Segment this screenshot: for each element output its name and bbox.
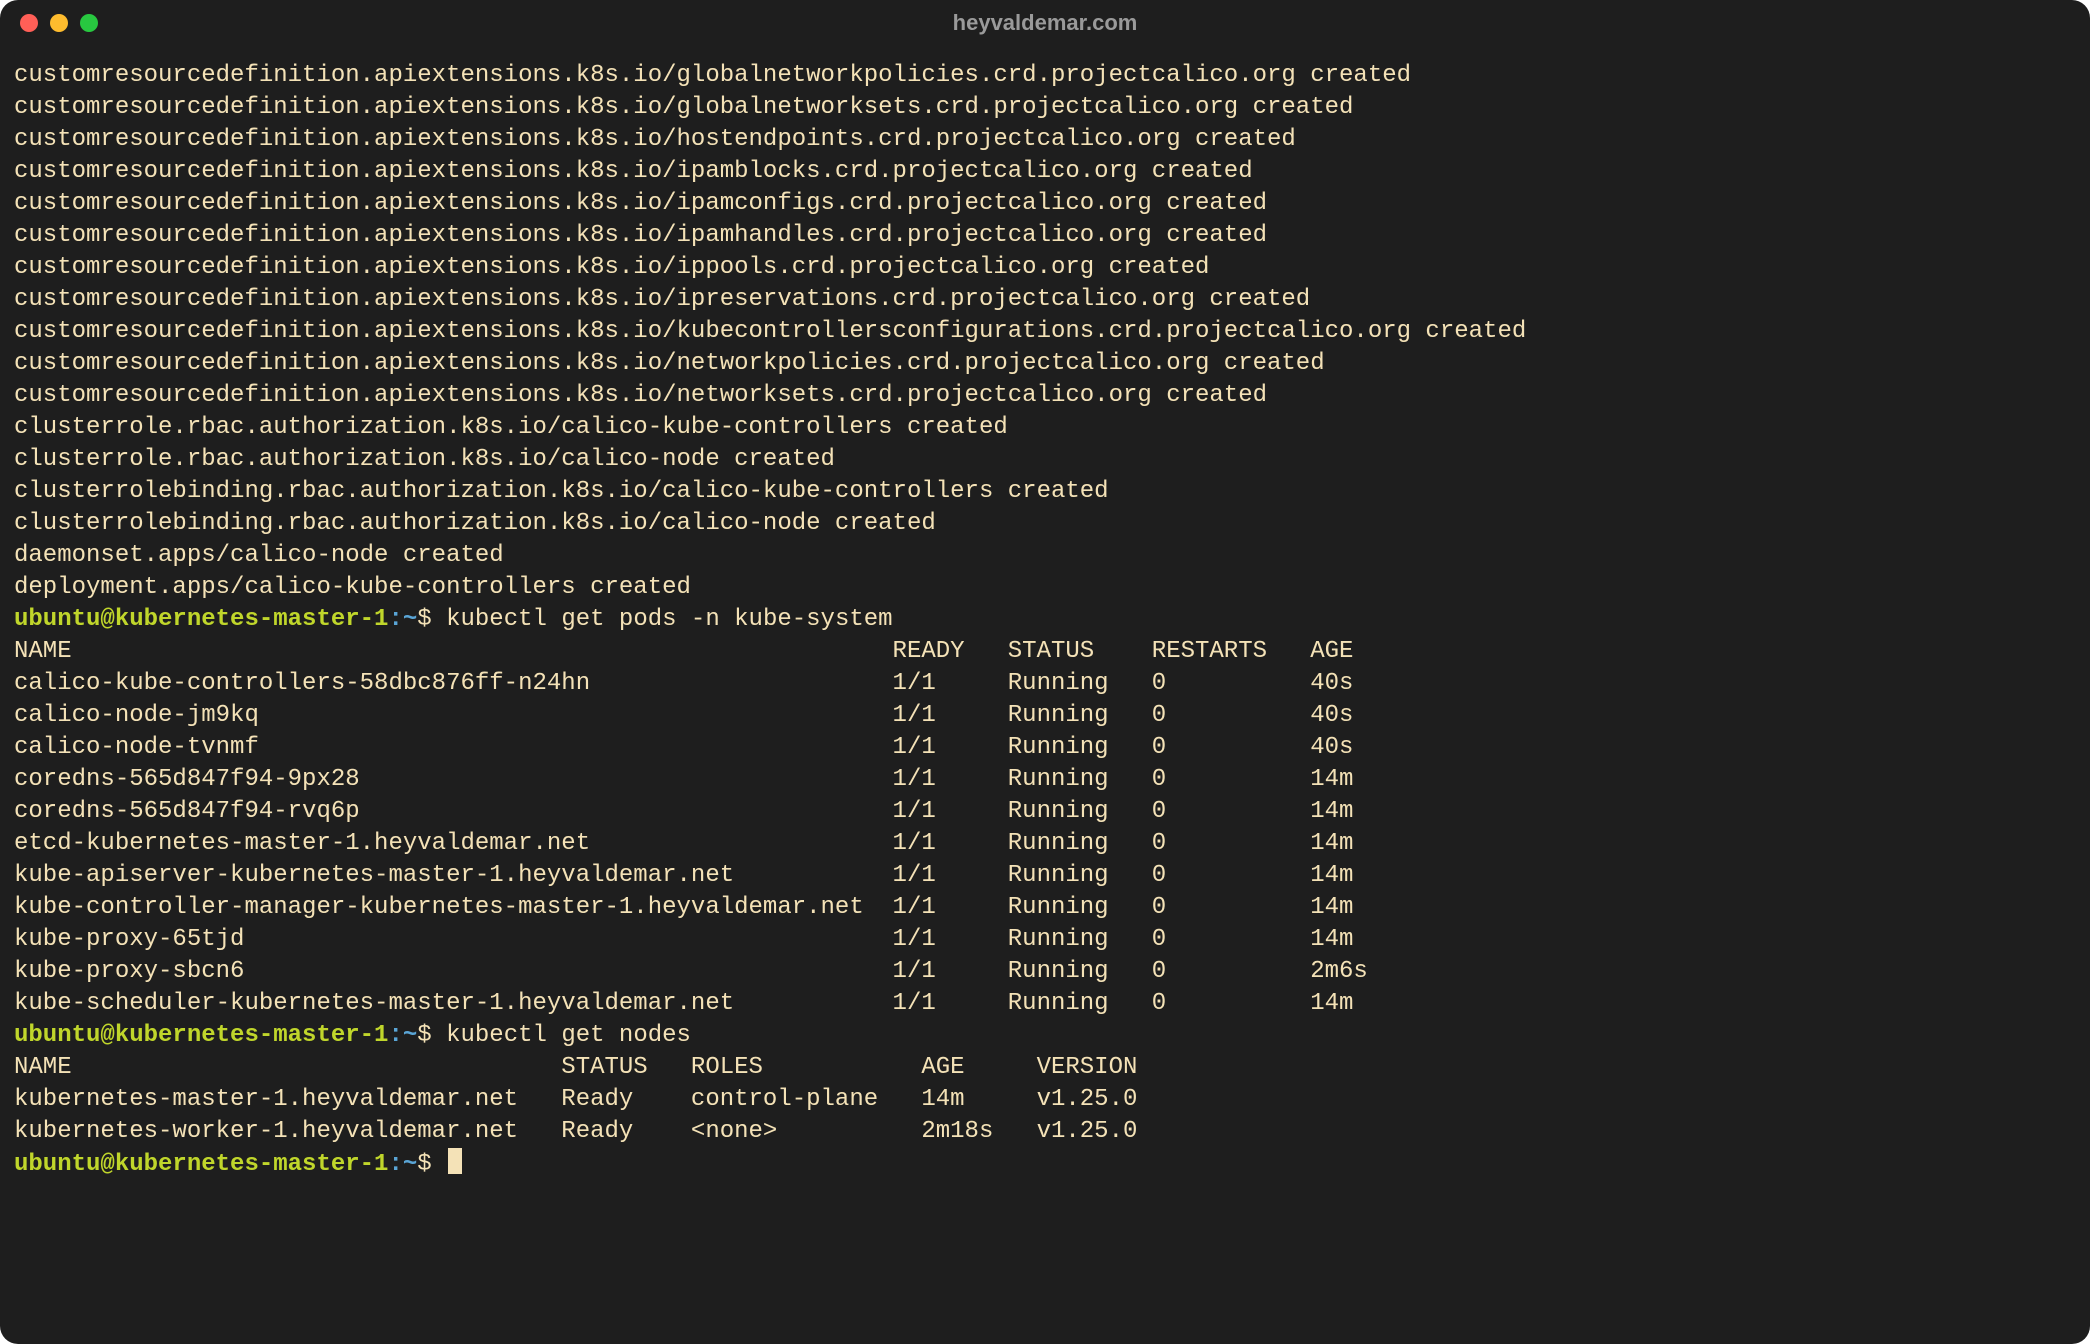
prompt-line: ubuntu@kubernetes-master-1:~$ kubectl ge…: [14, 604, 2076, 636]
window-title: heyvaldemar.com: [0, 10, 2090, 36]
terminal-window: heyvaldemar.com customresourcedefinition…: [0, 0, 2090, 1344]
output-line: clusterrolebinding.rbac.authorization.k8…: [14, 476, 2076, 508]
pod-row: kube-controller-manager-kubernetes-maste…: [14, 892, 2076, 924]
pod-row: calico-node-tvnmf 1/1 Running 0 40s: [14, 732, 2076, 764]
minimize-icon[interactable]: [50, 14, 68, 32]
pod-row: coredns-565d847f94-rvq6p 1/1 Running 0 1…: [14, 796, 2076, 828]
pod-row: coredns-565d847f94-9px28 1/1 Running 0 1…: [14, 764, 2076, 796]
pod-row: kube-proxy-65tjd 1/1 Running 0 14m: [14, 924, 2076, 956]
output-line: daemonset.apps/calico-node created: [14, 540, 2076, 572]
pod-row: kube-apiserver-kubernetes-master-1.heyva…: [14, 860, 2076, 892]
output-line: customresourcedefinition.apiextensions.k…: [14, 220, 2076, 252]
shell-command: kubectl get pods -n kube-system: [446, 606, 892, 633]
output-line: customresourcedefinition.apiextensions.k…: [14, 252, 2076, 284]
output-line: customresourcedefinition.apiextensions.k…: [14, 284, 2076, 316]
pod-row: calico-node-jm9kq 1/1 Running 0 40s: [14, 700, 2076, 732]
cursor: [448, 1148, 462, 1174]
maximize-icon[interactable]: [80, 14, 98, 32]
prompt-colon: :: [388, 606, 402, 633]
pod-row: kube-scheduler-kubernetes-master-1.heyva…: [14, 988, 2076, 1020]
output-line: customresourcedefinition.apiextensions.k…: [14, 380, 2076, 412]
pod-row: etcd-kubernetes-master-1.heyvaldemar.net…: [14, 828, 2076, 860]
prompt-user-host: ubuntu@kubernetes-master-1: [14, 1022, 388, 1049]
prompt-dollar: $: [417, 1022, 431, 1049]
node-row: kubernetes-master-1.heyvaldemar.net Read…: [14, 1084, 2076, 1116]
terminal-body[interactable]: customresourcedefinition.apiextensions.k…: [0, 46, 2090, 1191]
prompt-colon: :: [388, 1151, 402, 1178]
output-line: customresourcedefinition.apiextensions.k…: [14, 156, 2076, 188]
output-line: customresourcedefinition.apiextensions.k…: [14, 188, 2076, 220]
prompt-user-host: ubuntu@kubernetes-master-1: [14, 606, 388, 633]
prompt-colon: :: [388, 1022, 402, 1049]
output-line: customresourcedefinition.apiextensions.k…: [14, 316, 2076, 348]
output-line: customresourcedefinition.apiextensions.k…: [14, 348, 2076, 380]
traffic-lights: [20, 14, 98, 32]
prompt-path: ~: [403, 1151, 417, 1178]
node-row: kubernetes-worker-1.heyvaldemar.net Read…: [14, 1116, 2076, 1148]
output-line: clusterrole.rbac.authorization.k8s.io/ca…: [14, 444, 2076, 476]
pod-row: kube-proxy-sbcn6 1/1 Running 0 2m6s: [14, 956, 2076, 988]
window-titlebar: heyvaldemar.com: [0, 0, 2090, 46]
prompt-dollar: $: [417, 1151, 431, 1178]
prompt-path: ~: [403, 1022, 417, 1049]
close-icon[interactable]: [20, 14, 38, 32]
output-line: customresourcedefinition.apiextensions.k…: [14, 92, 2076, 124]
prompt-user-host: ubuntu@kubernetes-master-1: [14, 1151, 388, 1178]
shell-command: kubectl get nodes: [446, 1022, 691, 1049]
pods-header: NAME READY STATUS RESTARTS AGE: [14, 636, 2076, 668]
output-line: deployment.apps/calico-kube-controllers …: [14, 572, 2076, 604]
output-line: customresourcedefinition.apiextensions.k…: [14, 124, 2076, 156]
prompt-dollar: $: [417, 606, 431, 633]
output-line: customresourcedefinition.apiextensions.k…: [14, 60, 2076, 92]
output-line: clusterrolebinding.rbac.authorization.k8…: [14, 508, 2076, 540]
prompt-line: ubuntu@kubernetes-master-1:~$: [14, 1148, 2076, 1181]
prompt-path: ~: [403, 606, 417, 633]
output-line: clusterrole.rbac.authorization.k8s.io/ca…: [14, 412, 2076, 444]
prompt-line: ubuntu@kubernetes-master-1:~$ kubectl ge…: [14, 1020, 2076, 1052]
nodes-header: NAME STATUS ROLES AGE VERSION: [14, 1052, 2076, 1084]
pod-row: calico-kube-controllers-58dbc876ff-n24hn…: [14, 668, 2076, 700]
